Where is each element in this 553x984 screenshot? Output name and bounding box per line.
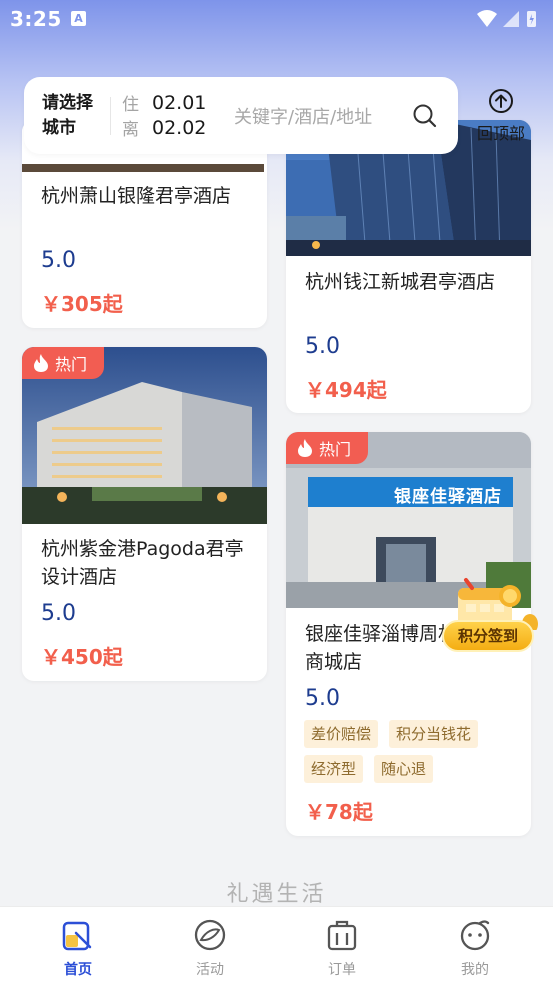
hot-badge: 热门 xyxy=(286,432,368,464)
points-signin-button[interactable]: 积分签到 xyxy=(440,574,540,660)
hotel-tag: 随心退 xyxy=(374,755,434,783)
activity-icon xyxy=(194,919,226,951)
date-selector[interactable]: 住 02.01 离 02.02 xyxy=(122,90,207,141)
tab-activity-label: 活动 xyxy=(196,962,224,978)
wifi-icon xyxy=(477,10,497,27)
checkout-label: 离 xyxy=(122,120,139,140)
hotel-tag: 积分当钱花 xyxy=(389,720,479,748)
checkout-date: 02.02 xyxy=(152,116,207,139)
divider xyxy=(110,97,111,135)
tab-profile-label: 我的 xyxy=(461,962,489,978)
bottom-tab-bar: 首页 活动 订单 我的 xyxy=(0,906,553,984)
arrow-up-circle-icon xyxy=(489,89,513,113)
back-to-top-label: 回顶部 xyxy=(476,124,525,143)
home-icon xyxy=(62,921,92,951)
tab-orders[interactable]: 订单 xyxy=(297,919,387,979)
hot-badge-label: 热门 xyxy=(319,440,352,459)
fire-icon xyxy=(34,354,48,372)
hotel-score: 5.0 xyxy=(305,334,340,359)
search-input[interactable]: 关键字/酒店/地址 xyxy=(234,103,372,129)
back-to-top-button[interactable]: 回顶部 xyxy=(470,88,532,143)
notification-icon: A xyxy=(71,11,86,26)
hotel-name: 杭州萧山银隆君亭酒店 xyxy=(41,185,232,207)
checkin-date: 02.01 xyxy=(152,91,207,114)
order-icon xyxy=(327,920,357,951)
hotel-price: ￥78起 xyxy=(305,800,373,824)
hotel-tag: 差价赔偿 xyxy=(304,720,379,748)
hotel-price: ￥450起 xyxy=(41,645,123,669)
checkin-label: 住 xyxy=(122,95,139,115)
status-icons xyxy=(475,9,543,33)
hotel-score: 5.0 xyxy=(305,686,340,711)
hotel-score: 5.0 xyxy=(41,248,76,273)
section-title: 礼遇生活 xyxy=(226,882,327,907)
search-icon[interactable] xyxy=(412,103,438,133)
signal-icon xyxy=(503,11,519,27)
points-signin-label: 积分签到 xyxy=(442,620,534,652)
tab-activity[interactable]: 活动 xyxy=(165,919,255,979)
tab-home[interactable]: 首页 xyxy=(33,919,123,979)
search-card: 请选择城市 住 02.01 离 02.02 关键字/酒店/地址 xyxy=(24,77,458,154)
fire-icon xyxy=(298,439,312,457)
hotel-price: ￥305起 xyxy=(41,292,123,316)
tab-home-label: 首页 xyxy=(64,962,92,978)
hot-badge-label: 热门 xyxy=(55,355,88,374)
hotel-name: 杭州紫金港Pagoda君亭设计酒店 xyxy=(41,538,244,588)
profile-icon xyxy=(460,920,490,951)
hotel-tag: 经济型 xyxy=(304,755,364,783)
city-selector[interactable]: 请选择城市 xyxy=(42,91,102,141)
hotel-score: 5.0 xyxy=(41,601,76,626)
hotel-card[interactable]: 杭州钱江新城君亭酒店 5.0 ￥494起 xyxy=(286,120,531,413)
tab-orders-label: 订单 xyxy=(328,962,356,978)
hotel-card[interactable]: 热门 杭州紫金港Pagoda君亭设计酒店 5.0 ￥450起 xyxy=(22,347,267,681)
hotel-price: ￥494起 xyxy=(305,378,387,402)
status-time: 3:25 xyxy=(10,7,62,31)
hotel-name: 杭州钱江新城君亭酒店 xyxy=(305,271,496,293)
tab-profile[interactable]: 我的 xyxy=(430,919,520,979)
hotel-sign: 银座佳驿酒店 xyxy=(394,487,502,507)
status-bar: 3:25 A xyxy=(0,0,553,40)
hot-badge: 热门 xyxy=(22,347,104,379)
